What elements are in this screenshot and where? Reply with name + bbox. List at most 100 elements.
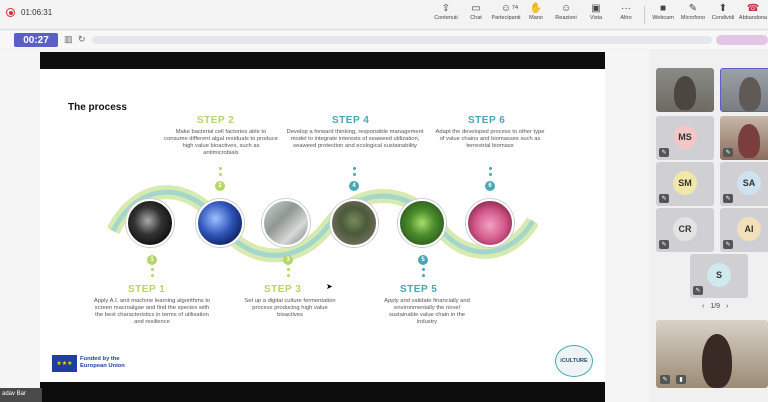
step-2-desc: Make bacterial cell factories able to co… — [164, 129, 278, 156]
chat-button[interactable]: ▭ Chat — [461, 2, 491, 28]
more-icon: ··· — [621, 3, 631, 14]
mic-muted-icon: ✎ — [693, 286, 703, 295]
toolbar-buttons: ⇪ Contenuti ▭ Chat ☺ 74 Partecipanti ✋ Mano ☺… — [431, 2, 768, 28]
mic-muted-icon: ✎ — [659, 240, 669, 249]
more-button[interactable]: ··· Altro — [611, 2, 641, 28]
address-bar-highlight — [716, 35, 768, 45]
step-6-desc: Adapt the developed process to other typ… — [435, 129, 545, 149]
prev-page-button[interactable]: ‹ — [702, 303, 704, 310]
participant-video-1[interactable] — [656, 68, 714, 112]
raise-hand-button[interactable]: ✋ Mano — [521, 2, 551, 28]
phone-hangup-icon: ☎ — [746, 3, 760, 14]
bacteria-image — [196, 199, 244, 247]
participant-tile-ms[interactable]: MS ✎ — [656, 116, 714, 160]
step-6-dots — [489, 167, 492, 179]
step-4-heading: STEP 4 — [332, 115, 370, 126]
people-icon: ☺ 74 — [500, 3, 519, 14]
participants-button[interactable]: ☺ 74 Partecipanti — [491, 2, 521, 28]
view-icon: ▣ — [591, 3, 601, 14]
address-bar[interactable] — [92, 36, 712, 44]
seaweed-image — [330, 199, 378, 247]
avatar: CR — [673, 217, 697, 241]
avatar: AI — [737, 217, 761, 241]
fermentation-image — [262, 199, 310, 247]
participant-tile-cr[interactable]: CR ✎ — [656, 208, 714, 252]
participant-figure — [738, 124, 760, 158]
mic-muted-icon: ✎ — [723, 194, 733, 203]
sub-toolbar: 00:27 ▥ ↻ — [0, 31, 768, 49]
participant-video-3[interactable]: ✎ — [720, 116, 768, 160]
mic-muted-icon: ✎ — [723, 148, 733, 157]
step-2-dots — [219, 167, 222, 179]
share-screen-icon: ⬆ — [718, 3, 728, 14]
participant-tile-ai[interactable]: AI ✎ — [720, 208, 768, 252]
share-icon: ⇪ — [441, 3, 451, 14]
step-2-heading: STEP 2 — [197, 115, 235, 126]
reader-icon[interactable]: ▥ — [64, 34, 73, 45]
participant-tile-sm[interactable]: SM ✎ — [656, 162, 714, 206]
hand-icon: ✋ — [529, 3, 543, 14]
mouse-cursor-icon: ➤ — [326, 282, 333, 291]
step-1-dots — [151, 268, 154, 280]
mic-muted-icon: ✎ — [659, 194, 669, 203]
refresh-icon[interactable]: ↻ — [78, 34, 86, 45]
avatar: SA — [737, 171, 761, 195]
mic-muted-icon: ✎ — [659, 148, 669, 157]
timer: 00:27 — [14, 33, 58, 47]
meeting-toolbar: 01:06:31 ⇪ Contenuti ▭ Chat ☺ 74 Partecipant… — [0, 0, 768, 30]
step-3-desc: Set up a digital culture fermentation pr… — [244, 298, 336, 318]
page-indicator: 1/9 — [710, 303, 721, 310]
step-5-desc: Apply and validate financially and envir… — [384, 298, 470, 325]
content-button[interactable]: ⇪ Contenuti — [431, 2, 461, 28]
slide-title: The process — [68, 102, 127, 113]
participant-count: 74 — [511, 5, 519, 11]
avatar: S — [707, 263, 731, 287]
reactions-button[interactable]: ☺ Reazioni — [551, 2, 581, 28]
funding-statement: Funded by the European Union — [80, 356, 125, 369]
slide-bottom-bar — [40, 382, 605, 402]
step-5-number: 5 — [418, 255, 428, 265]
share-screen-button[interactable]: ⬆ Condividi — [708, 2, 738, 28]
step-3-dots — [287, 268, 290, 280]
step-6-heading: STEP 6 — [468, 115, 506, 126]
presenter-name: adav Bar — [0, 388, 42, 402]
leave-button[interactable]: ☎ Abbandona — [738, 2, 768, 28]
presentation-slide: The process STEP 2 Make bacterial cell f… — [40, 69, 605, 382]
participant-figure — [702, 334, 732, 388]
signal-icon: ▮ — [676, 375, 686, 384]
biomass-image — [466, 199, 514, 247]
next-page-button[interactable]: › — [726, 303, 728, 310]
toolbar-divider — [644, 6, 645, 24]
step-4-dots — [353, 167, 356, 179]
webcam-button[interactable]: ■ Webcam — [648, 2, 678, 28]
self-video[interactable]: ✎ ▮ — [656, 320, 768, 388]
recording-status: 01:06:31 — [6, 8, 52, 17]
participant-tile-s[interactable]: S ✎ — [690, 254, 748, 298]
mic-off-icon: ✎ — [688, 3, 698, 14]
iculture-logo: iCULTURE — [555, 345, 593, 377]
step-5-heading: STEP 5 — [400, 284, 438, 295]
participant-tile-sa[interactable]: SA ✎ — [720, 162, 768, 206]
step-1-heading: STEP 1 — [128, 284, 166, 295]
elapsed-time: 01:06:31 — [21, 8, 53, 17]
algae-image — [398, 199, 446, 247]
step-1-number: 1 — [147, 255, 157, 265]
recording-icon — [6, 8, 15, 17]
step-3-heading: STEP 3 — [264, 284, 302, 295]
mic-muted-icon: ✎ — [660, 375, 670, 384]
microphone-button[interactable]: ✎ Microfono — [678, 2, 708, 28]
participant-figure — [674, 76, 696, 110]
step-3-number: 3 — [283, 255, 293, 265]
smile-icon: ☺ — [560, 3, 572, 14]
chat-icon: ▭ — [471, 3, 481, 14]
participant-figure — [739, 77, 761, 111]
slide-top-bar — [40, 52, 605, 69]
view-button[interactable]: ▣ Vista — [581, 2, 611, 28]
eu-flag-icon: ★★★ — [52, 355, 77, 372]
step-5-dots — [422, 268, 425, 280]
avatar: SM — [673, 171, 697, 195]
ai-network-image — [126, 199, 174, 247]
step-1-desc: Apply A.I. and machine learning algorith… — [93, 298, 211, 325]
participant-video-2[interactable] — [720, 68, 768, 112]
mic-muted-icon: ✎ — [723, 240, 733, 249]
